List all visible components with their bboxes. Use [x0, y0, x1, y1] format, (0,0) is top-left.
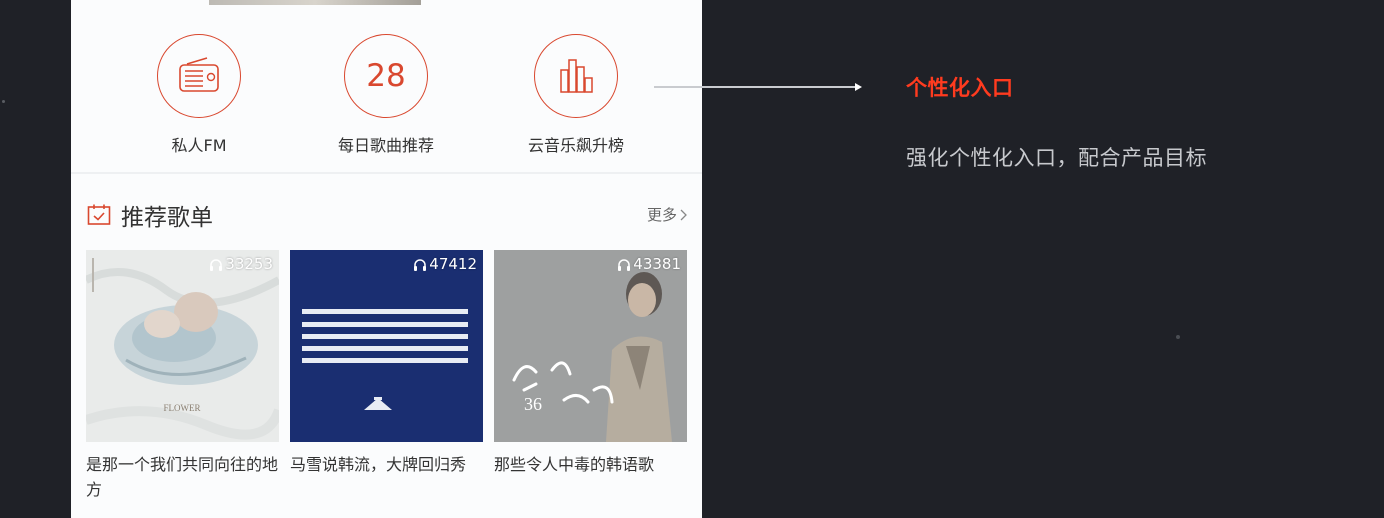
annotation-description: 强化个性化入口，配合产品目标 [906, 146, 1207, 170]
annotation-title: 个性化入口 [906, 76, 1014, 100]
playlist-title: 那些令人中毒的韩语歌 [494, 455, 655, 474]
playlist-title: 是那一个我们共同向往的地方 [86, 455, 279, 499]
radio-icon [179, 57, 219, 92]
play-count-value: 47412 [429, 255, 477, 273]
entry-label: 每日歌曲推荐 [337, 136, 434, 155]
entry-rising-chart[interactable]: 云音乐飙升榜 [496, 34, 656, 156]
more-label: 更多 [646, 206, 677, 224]
playlist-cover: FLOWER 33253 [86, 250, 279, 442]
entry-label: 云音乐飙升榜 [527, 136, 624, 155]
annotation-connector-line [654, 86, 860, 88]
divider [71, 172, 702, 174]
calendar-date-icon: 28 [366, 57, 406, 94]
playlist-card[interactable]: 36 43381 那些令人中毒的韩语歌 [494, 250, 687, 477]
app-screen: 私人FM 28 每日歌曲推荐 云音乐飙升榜 推荐歌单 更多 FLOWER 332… [71, 0, 702, 518]
play-count-value: 43381 [633, 255, 681, 273]
entry-circle [157, 34, 241, 118]
headphones-icon [618, 258, 631, 271]
calendar-check-icon [87, 204, 111, 225]
playlist-card[interactable]: FLOWER 33253 是那一个我们共同向往的地方 [86, 250, 279, 502]
more-link[interactable]: 更多 [647, 204, 688, 225]
arrow-right-icon [855, 83, 862, 91]
play-count: 47412 [413, 255, 477, 273]
cover-image: 36 [494, 250, 687, 442]
play-count-value: 33253 [225, 255, 273, 273]
background-speck [1176, 335, 1180, 339]
play-count: 33253 [209, 255, 273, 273]
bar-chart-icon [560, 59, 593, 93]
entry-circle [534, 34, 618, 118]
svg-text:36: 36 [524, 394, 542, 414]
entry-daily-recommend[interactable]: 28 每日歌曲推荐 [306, 34, 466, 156]
playlist-card[interactable]: 47412 马雪说韩流，大牌回归秀 [290, 250, 483, 477]
entry-label: 私人FM [171, 136, 227, 155]
entry-circle: 28 [344, 34, 428, 118]
entry-private-fm[interactable]: 私人FM [119, 34, 279, 156]
recommended-playlists-header: 推荐歌单 更多 [86, 196, 688, 232]
playlist-title: 马雪说韩流，大牌回归秀 [290, 455, 467, 474]
playlist-cover: 36 43381 [494, 250, 687, 442]
play-count: 43381 [617, 255, 681, 273]
cover-image: FLOWER [86, 250, 279, 442]
personalized-entries: 私人FM 28 每日歌曲推荐 云音乐飙升榜 [71, 0, 702, 172]
background-speck [2, 100, 5, 103]
section-title: 推荐歌单 [121, 205, 213, 231]
cover-image [290, 250, 483, 442]
svg-text:FLOWER: FLOWER [164, 403, 201, 413]
headphones-icon [414, 258, 427, 271]
presentation-canvas: 私人FM 28 每日歌曲推荐 云音乐飙升榜 推荐歌单 更多 FLOWER 332… [0, 0, 1384, 518]
chevron-right-icon [680, 209, 687, 220]
playlist-cover: 47412 [290, 250, 483, 442]
headphones-icon [210, 258, 223, 271]
